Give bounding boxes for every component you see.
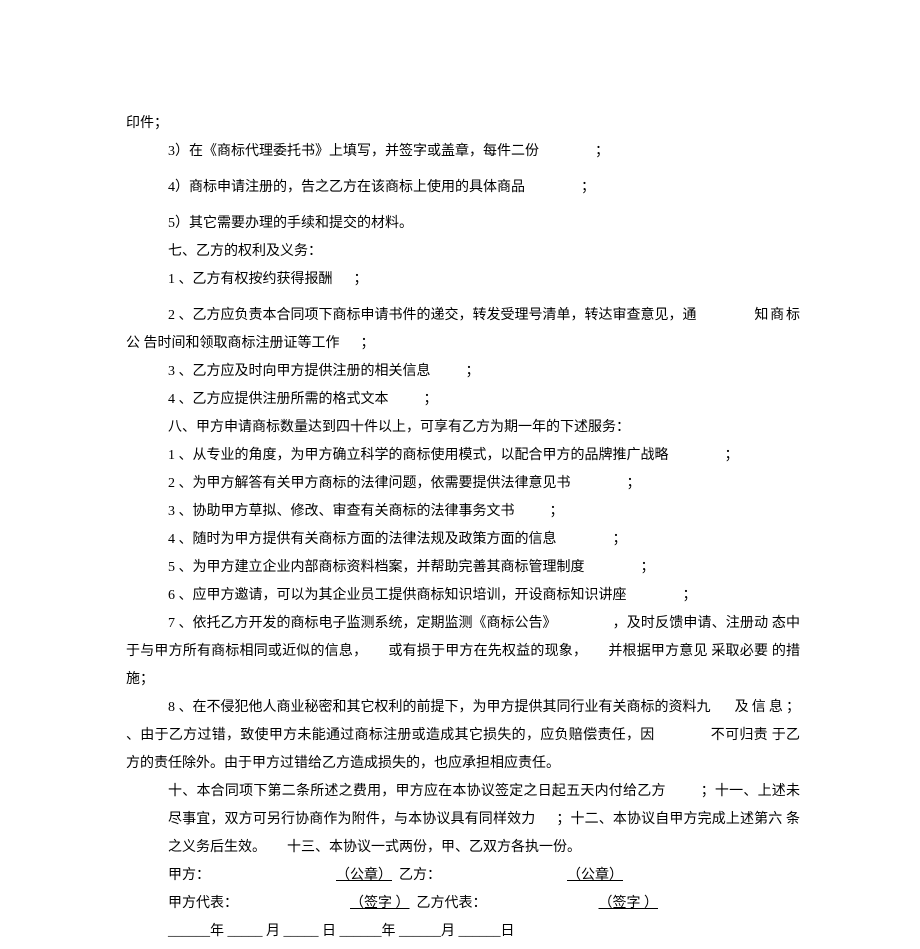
line-18c: 并根据甲方意见 采取必要 — [608, 644, 768, 659]
line-17-end: ，及时反馈申请、注册动 — [613, 616, 769, 631]
line-4: 七、乙方的权利及义务： — [126, 238, 800, 266]
line-12-end: ； — [627, 476, 641, 491]
line-10: 八、甲方申请商标数量达到四十件以上，可享有乙方为期一年的下述服务： — [126, 414, 800, 442]
line-7-text: 告时间和领取商标注册证等工作 — [144, 336, 340, 351]
line-23a: 十、本合同项下第二条所述之费用，甲方应在本协议签定之日起五天内付给乙方 — [168, 784, 666, 799]
signature-line-1: 甲方： （公章） 乙方： （公章） — [126, 862, 800, 890]
line-5-end: ； — [354, 272, 368, 287]
line-20a: 8 、在不侵犯他人商业秘密和其它权利的前提下，为甲方提供其同行业有关商标的资料九 — [168, 700, 711, 715]
line-5-text: 1 、乙方有权按约获得报酬 — [168, 272, 333, 287]
line-8: 3 、乙方应及时向甲方提供注册的相关信息 ； — [126, 358, 800, 386]
line-3: 5）其它需要办理的手续和提交的材料。 — [126, 210, 800, 238]
sign-a: （签字 ） — [350, 896, 410, 911]
line-25b: 十三、本协议一式两份，甲、乙双方各执一份。 — [287, 840, 581, 855]
line-17-text: 7 、依托乙方开发的商标电子监测系统，定期监测《商标公告》 — [168, 616, 557, 631]
line-23-25: 十、本合同项下第二条所述之费用，甲方应在本协议签定之日起五天内付给乙方 ；十一、上… — [126, 778, 800, 862]
line-13-text: 3 、协助甲方草拟、修改、审查有关商标的法律事务文书 — [168, 504, 515, 519]
party-b-label: 乙方： — [399, 868, 441, 883]
line-21b: 不可归责 — [711, 728, 768, 743]
document-page: 印件； 3）在《商标代理委托书》上填写，并签字或盖章，每件二份 ； 4）商标申请注… — [0, 0, 920, 949]
line-2-end: ； — [581, 180, 595, 195]
line-2: 4）商标申请注册的，告之乙方在该商标上使用的具体商品 ； — [126, 174, 800, 202]
line-15: 5 、为甲方建立企业内部商标资料档案，并帮助完善其商标管理制度 ； — [126, 554, 800, 582]
line-24b: ；十二、本协议自甲方完成上述第六 — [556, 812, 782, 827]
line-14-end: ； — [613, 532, 627, 547]
rep-a-label: 甲方代表： — [168, 896, 238, 911]
line-14: 4 、随时为甲方提供有关商标方面的法律法规及政策方面的信息 ； — [126, 526, 800, 554]
line-13: 3 、协助甲方草拟、修改、审查有关商标的法律事务文书 ； — [126, 498, 800, 526]
line-11-text: 1 、从专业的角度，为甲方确立科学的商标使用模式，以配合甲方的品牌推广战略 — [168, 448, 669, 463]
line-11-end: ； — [725, 448, 739, 463]
line-21a: 、由于乙方过错，致使甲方未能通过商标注册或造成其它损失的，应负赔偿责任，因 — [126, 728, 655, 743]
line-16: 6 、应甲方邀请，可以为其企业员工提供商标知识培训，开设商标知识讲座 ； — [126, 582, 800, 610]
line-13-end: ； — [550, 504, 564, 519]
line-1: 3）在《商标代理委托书》上填写，并签字或盖章，每件二份 ； — [126, 138, 800, 166]
signature-line-2: 甲方代表： （签字 ） 乙方代表： （签字 ） — [126, 890, 800, 918]
line-23b: ；十一、上述未 — [701, 784, 800, 799]
rep-b-label: 乙方代表： — [417, 896, 487, 911]
line-6-text: 2 、乙方应负责本合同项下商标申请书件的递交，转发受理号清单，转达审查意见，通 — [168, 308, 697, 323]
party-a-label: 甲方： — [168, 868, 210, 883]
line-6-7: 2 、乙方应负责本合同项下商标申请书件的递交，转发受理号清单，转达审查意见，通知… — [126, 302, 800, 358]
line-15-end: ； — [641, 560, 655, 575]
line-8-end: ； — [466, 364, 480, 379]
line-9-text: 4 、乙方应提供注册所需的格式文本 — [168, 392, 389, 407]
line-5: 1 、乙方有权按约获得报酬 ； — [126, 266, 800, 294]
line-16-text: 6 、应甲方邀请，可以为其企业员工提供商标知识培训，开设商标知识讲座 — [168, 588, 627, 603]
sign-b: （签字 ） — [599, 896, 659, 911]
line-1-end: ； — [595, 144, 609, 159]
line-2-text: 4）商标申请注册的，告之乙方在该商标上使用的具体商品 — [168, 180, 525, 195]
seal-b: （公章） — [567, 868, 623, 883]
line-12-text: 2 、为甲方解答有关甲方商标的法律问题，依需要提供法律意见书 — [168, 476, 571, 491]
line-15-text: 5 、为甲方建立企业内部商标资料档案，并帮助完善其商标管理制度 — [168, 560, 585, 575]
line-1-text: 3）在《商标代理委托书》上填写，并签字或盖章，每件二份 — [168, 144, 539, 159]
line-11: 1 、从专业的角度，为甲方确立科学的商标使用模式，以配合甲方的品牌推广战略 ； — [126, 442, 800, 470]
line-9-end: ； — [424, 392, 438, 407]
line-9: 4 、乙方应提供注册所需的格式文本 ； — [126, 386, 800, 414]
line-17-19: 7 、依托乙方开发的商标电子监测系统，定期监测《商标公告》 ，及时反馈申请、注册动… — [126, 610, 800, 694]
line-12: 2 、为甲方解答有关甲方商标的法律问题，依需要提供法律意见书 ； — [126, 470, 800, 498]
line-18b: 或有损于甲方在先权益的现象， — [388, 644, 587, 659]
line-20b: 及信息； — [732, 700, 801, 715]
line-16-end: ； — [683, 588, 697, 603]
line-8-text: 3 、乙方应及时向甲方提供注册的相关信息 — [168, 364, 431, 379]
line-24a: 尽事宜，双方可另行协商作为附件，与本协议具有同样效力 — [168, 812, 535, 827]
date-line: ______年 _____ 月 _____ 日 ______年 ______月 … — [126, 918, 800, 946]
line-0: 印件； — [126, 110, 800, 138]
line-7-end: ； — [361, 336, 375, 351]
line-20-22: 8 、在不侵犯他人商业秘密和其它权利的前提下，为甲方提供其同行业有关商标的资料九… — [126, 694, 800, 778]
line-14-text: 4 、随时为甲方提供有关商标方面的法律法规及政策方面的信息 — [168, 532, 557, 547]
seal-a: （公章） — [336, 868, 392, 883]
